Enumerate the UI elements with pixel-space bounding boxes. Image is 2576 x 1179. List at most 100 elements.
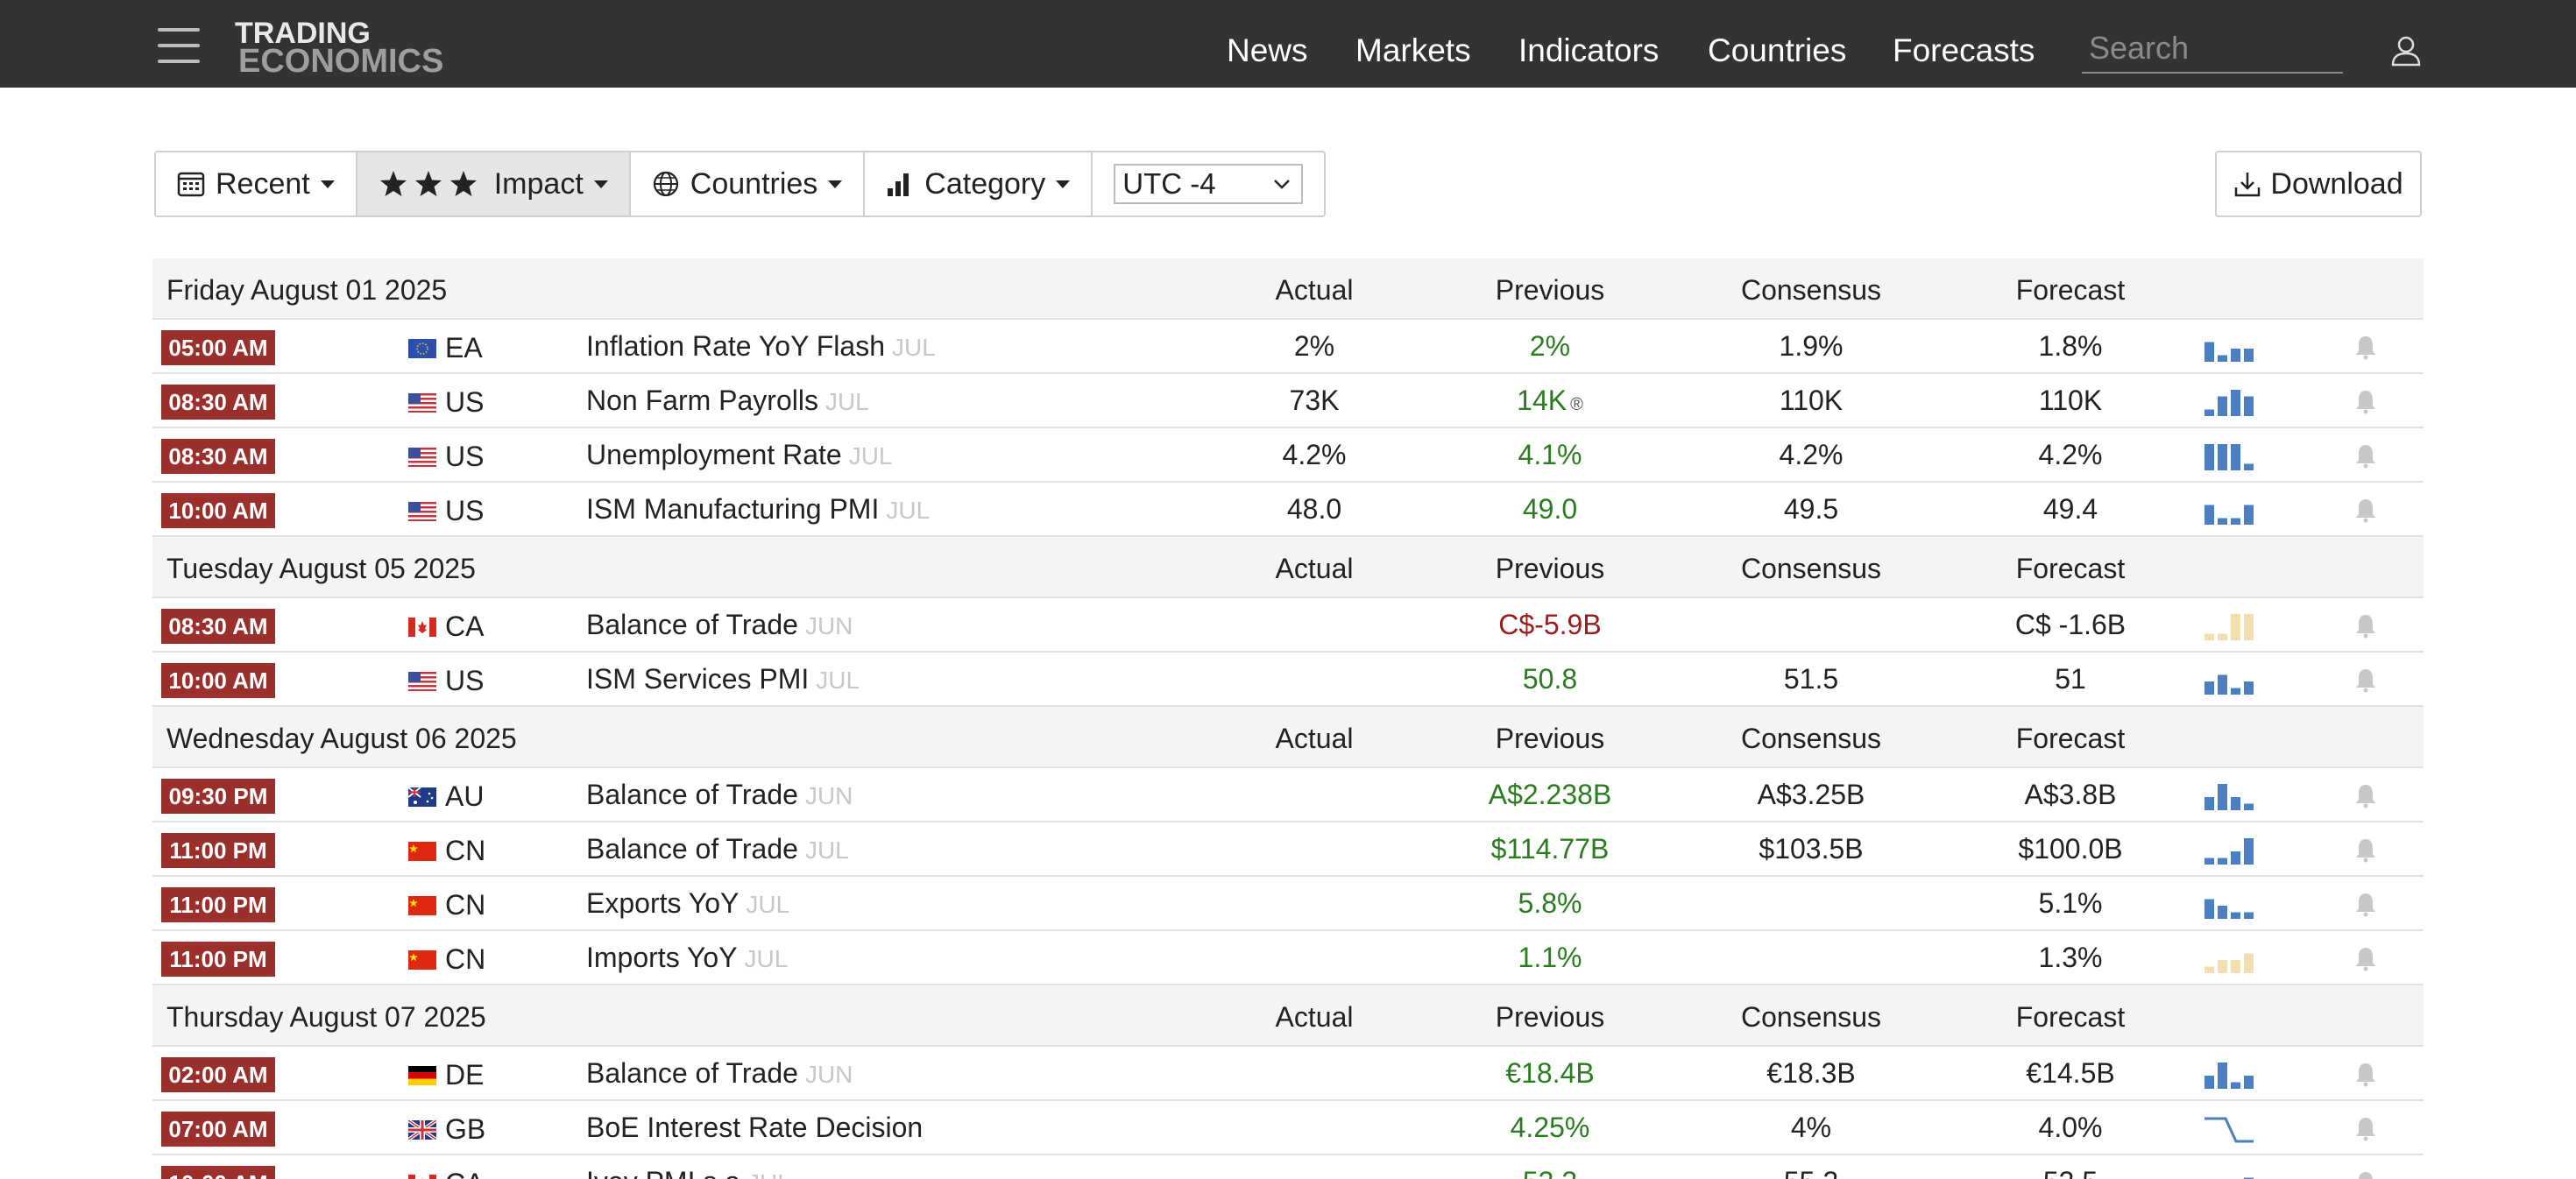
column-header-actual: Actual	[1275, 723, 1354, 754]
bell-icon[interactable]	[2353, 388, 2378, 414]
country-code[interactable]: US	[445, 386, 484, 419]
nav-link-news[interactable]: News	[1227, 32, 1308, 70]
table-row[interactable]: 02:00 AM DE Balance of Trade JUN €18.4B €18.3…	[152, 1047, 2424, 1101]
event-name[interactable]: Balance of Trade JUN	[586, 779, 853, 811]
event-name[interactable]: ISM Services PMI JUL	[586, 663, 860, 695]
event-time-badge[interactable]: 08:30 AM	[161, 439, 275, 474]
download-button[interactable]: Download	[2215, 151, 2422, 217]
sparkline-chart[interactable]	[2203, 386, 2255, 418]
sparkline-chart[interactable]	[2203, 835, 2255, 866]
event-time-badge[interactable]: 10:00 AM	[161, 1166, 275, 1179]
sparkline-chart[interactable]	[2203, 1113, 2255, 1145]
country-code[interactable]: US	[445, 441, 484, 473]
table-row[interactable]: 11:00 PM CN Exports YoY JUL 5.8% 5.1%	[152, 877, 2424, 931]
timezone-select[interactable]: UTC -4	[1114, 164, 1304, 204]
event-time-badge[interactable]: 02:00 AM	[161, 1057, 275, 1092]
country-code[interactable]: CN	[445, 943, 485, 976]
event-time-badge[interactable]: 09:30 PM	[161, 779, 275, 814]
category-button[interactable]: Category	[865, 152, 1093, 215]
table-row[interactable]: 08:30 AM US Unemployment Rate JUL 4.2% 4.1% 4.…	[152, 428, 2424, 483]
table-row[interactable]: 11:00 PM CN Imports YoY JUL 1.1% 1.3%	[152, 931, 2424, 985]
table-row[interactable]: 05:00 AM EA Inflation Rate YoY Flash JUL 2% 2…	[152, 320, 2424, 374]
bell-icon[interactable]	[2353, 612, 2378, 639]
country-code[interactable]: CN	[445, 835, 485, 867]
event-name[interactable]: Balance of Trade JUN	[586, 609, 853, 641]
event-name[interactable]: ISM Manufacturing PMI JUL	[586, 493, 930, 526]
bell-icon[interactable]	[2353, 334, 2378, 360]
table-row[interactable]: 10:00 AM US ISM Services PMI JUL 50.8 51.5 51	[152, 653, 2424, 707]
event-time-badge[interactable]: 08:30 AM	[161, 385, 275, 420]
country-code[interactable]: CN	[445, 889, 485, 921]
bell-icon[interactable]	[2353, 667, 2378, 693]
sparkline-chart[interactable]	[2203, 1168, 2255, 1179]
column-header-consensus: Consensus	[1740, 723, 1882, 754]
country-code[interactable]: CA	[445, 611, 484, 643]
event-title: Non Farm Payrolls	[586, 385, 818, 416]
country-code[interactable]: US	[445, 665, 484, 697]
bell-icon[interactable]	[2353, 442, 2378, 469]
nav-link-indicators[interactable]: Indicators	[1518, 32, 1659, 70]
bell-icon[interactable]	[2353, 782, 2378, 808]
event-name[interactable]: Unemployment Rate JUL	[586, 439, 892, 471]
table-row[interactable]: 08:30 AM CA Balance of Trade JUN C$-5.9B C$ -…	[152, 598, 2424, 653]
sparkline-chart[interactable]	[2203, 780, 2255, 812]
event-name[interactable]: Balance of Trade JUL	[586, 833, 849, 865]
event-name[interactable]: BoE Interest Rate Decision	[586, 1112, 930, 1144]
spark-bar	[2231, 390, 2240, 416]
country-code[interactable]: CA	[445, 1168, 484, 1179]
country-code[interactable]: DE	[445, 1059, 484, 1091]
sparkline-chart[interactable]	[2203, 665, 2255, 696]
menu-icon[interactable]	[158, 28, 200, 63]
event-time-badge[interactable]: 10:00 AM	[161, 663, 275, 698]
event-time-badge[interactable]: 07:00 AM	[161, 1112, 275, 1147]
sparkline-chart[interactable]	[2203, 943, 2255, 975]
bell-icon[interactable]	[2353, 891, 2378, 917]
user-icon[interactable]	[2388, 33, 2424, 68]
table-row[interactable]: 10:00 AM US ISM Manufacturing PMI JUL 48.0 49…	[152, 483, 2424, 537]
table-row[interactable]: 07:00 AM GB BoE Interest Rate Decision 4.25…	[152, 1101, 2424, 1155]
bell-icon[interactable]	[2353, 497, 2378, 523]
event-name[interactable]: Ivey PMI s.a JUL	[586, 1166, 791, 1179]
country-code[interactable]: US	[445, 495, 484, 527]
sparkline-chart[interactable]	[2203, 1059, 2255, 1091]
nav-link-forecasts[interactable]: Forecasts	[1893, 32, 2035, 70]
bell-icon[interactable]	[2353, 1061, 2378, 1087]
sparkline-chart[interactable]	[2203, 889, 2255, 921]
event-time-badge[interactable]: 10:00 AM	[161, 493, 275, 528]
event-name[interactable]: Balance of Trade JUN	[586, 1057, 853, 1090]
event-time-badge[interactable]: 11:00 PM	[161, 833, 275, 868]
spark-bar	[2218, 674, 2227, 695]
country-code[interactable]: EA	[445, 332, 483, 364]
recent-button[interactable]: Recent	[156, 152, 357, 215]
flag-us-icon	[408, 393, 436, 413]
sparkline-chart[interactable]	[2203, 332, 2255, 364]
table-row[interactable]: 10:00 AM CA Ivey PMI s.a JUL 53.3 55.2 53.5	[152, 1155, 2424, 1179]
sparkline-chart[interactable]	[2203, 611, 2255, 642]
event-time-badge[interactable]: 08:30 AM	[161, 609, 275, 644]
nav-link-countries[interactable]: Countries	[1708, 32, 1846, 70]
event-name[interactable]: Exports YoY JUL	[586, 887, 789, 920]
table-row[interactable]: 09:30 PM AU Balance of Trade JUN A$2.238B A$3…	[152, 768, 2424, 822]
nav-link-markets[interactable]: Markets	[1355, 32, 1471, 70]
event-time-badge[interactable]: 11:00 PM	[161, 887, 275, 922]
logo[interactable]: TRADING ECONOMICS	[235, 18, 454, 79]
event-reference-period: JUN	[804, 1061, 853, 1088]
sparkline-chart[interactable]	[2203, 441, 2255, 472]
table-row[interactable]: 11:00 PM CN Balance of Trade JUL $114.77B $10…	[152, 822, 2424, 877]
search-input[interactable]	[2082, 25, 2343, 74]
country-code[interactable]: AU	[445, 780, 484, 813]
table-row[interactable]: 08:30 AM US Non Farm Payrolls JUL 73K 14K ® 110…	[152, 374, 2424, 428]
event-time-badge[interactable]: 05:00 AM	[161, 330, 275, 365]
country-code[interactable]: GB	[445, 1113, 485, 1146]
event-name[interactable]: Imports YoY JUL	[586, 942, 788, 974]
sparkline-chart[interactable]	[2203, 495, 2255, 526]
event-name[interactable]: Non Farm Payrolls JUL	[586, 385, 869, 417]
countries-button[interactable]: Countries	[630, 152, 866, 215]
event-name[interactable]: Inflation Rate YoY Flash JUL	[586, 330, 936, 363]
event-time-badge[interactable]: 11:00 PM	[161, 942, 275, 977]
bell-icon[interactable]	[2353, 837, 2378, 863]
impact-button[interactable]: Impact	[357, 152, 631, 215]
bell-icon[interactable]	[2353, 1169, 2378, 1179]
bell-icon[interactable]	[2353, 945, 2378, 971]
bell-icon[interactable]	[2353, 1115, 2378, 1141]
